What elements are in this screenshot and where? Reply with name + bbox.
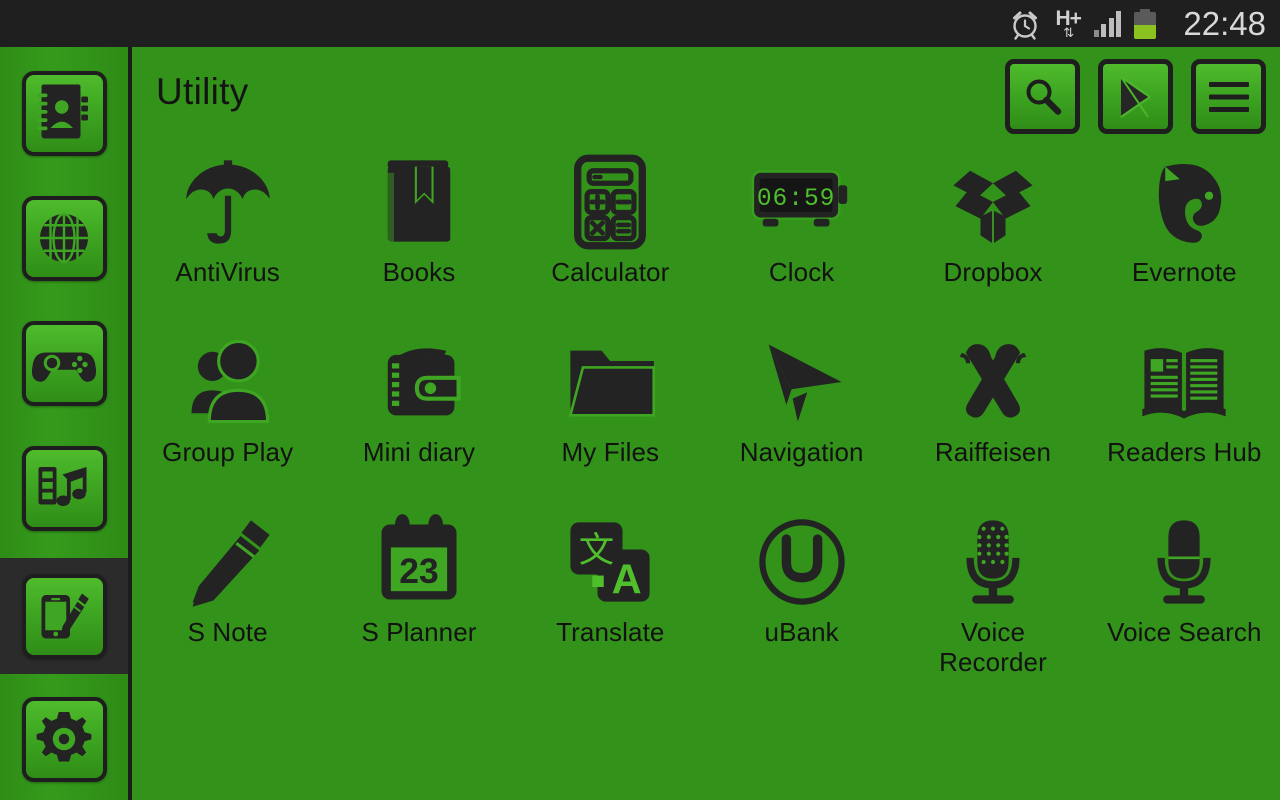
- hamburger-menu-icon: [1208, 81, 1249, 112]
- app-label: S Planner: [361, 617, 477, 647]
- data-arrows-icon: ⇅: [1063, 25, 1074, 40]
- globe-icon: [21, 195, 107, 281]
- battery-icon: [1134, 8, 1157, 39]
- sidebar-item-internet[interactable]: [0, 180, 128, 296]
- app-s-planner[interactable]: 23 S Planner: [323, 503, 514, 683]
- sidebar-item-apps[interactable]: [0, 558, 128, 674]
- app-label: uBank: [764, 617, 839, 647]
- app-clock[interactable]: 06:59 Clock: [706, 143, 897, 323]
- calculator-icon: [555, 149, 665, 255]
- sidebar: [0, 47, 128, 800]
- music-library-icon: [21, 445, 107, 531]
- app-evernote[interactable]: Evernote: [1089, 143, 1280, 323]
- digital-clock-icon: 06:59: [747, 149, 857, 255]
- app-s-note[interactable]: S Note: [132, 503, 323, 683]
- crossed-gable-icon: [938, 329, 1048, 435]
- play-store-icon: [1119, 75, 1151, 118]
- app-label: AntiVirus: [175, 257, 280, 287]
- signal-bars-icon: [1093, 10, 1122, 37]
- app-label: Mini diary: [362, 437, 476, 467]
- gamepad-icon: [21, 320, 107, 406]
- svg-text:A: A: [612, 555, 642, 602]
- paper-plane-icon: [747, 329, 857, 435]
- app-group-play[interactable]: Group Play: [132, 323, 323, 503]
- app-label: Calculator: [551, 257, 670, 287]
- book-bookmark-icon: [364, 149, 474, 255]
- app-translate[interactable]: 文 A Translate: [515, 503, 706, 683]
- app-label: Group Play: [162, 437, 294, 467]
- gear-icon: [21, 696, 107, 782]
- app-dropbox[interactable]: Dropbox: [897, 143, 1088, 323]
- app-antivirus[interactable]: AntiVirus: [132, 143, 323, 323]
- app-label: S Note: [187, 617, 268, 647]
- hplus-data-icon: H+ ⇅: [1055, 8, 1081, 40]
- sidebar-item-settings[interactable]: [0, 681, 128, 797]
- svg-text:23: 23: [399, 551, 438, 591]
- launcher-screen: H+ ⇅ 22:48 Utility AntiVirus Books Calcu…: [0, 0, 1280, 800]
- app-mini-diary[interactable]: Mini diary: [323, 323, 514, 503]
- microphone-dotted-icon: [938, 509, 1048, 615]
- sidebar-item-music[interactable]: [0, 430, 128, 546]
- calendar-icon: 23: [364, 509, 474, 615]
- status-bar: H+ ⇅ 22:48: [0, 0, 1280, 47]
- phone-pen-icon: [21, 573, 107, 659]
- app-navigation[interactable]: Navigation: [706, 323, 897, 503]
- wallet-icon: [364, 329, 474, 435]
- app-voice-search[interactable]: Voice Search: [1089, 503, 1280, 683]
- ubank-u-circle-icon: [747, 509, 857, 615]
- app-books[interactable]: Books: [323, 143, 514, 323]
- app-label: Raiffeisen: [934, 437, 1052, 467]
- app-label: Readers Hub: [1107, 437, 1262, 467]
- app-label: Navigation: [739, 437, 864, 467]
- search-icon: [1026, 79, 1061, 115]
- app-label: Translate: [556, 617, 665, 647]
- app-grid: AntiVirus Books Calculator 06:59 Clock Dropbo…: [132, 143, 1280, 703]
- app-voice-recorder[interactable]: Voice Recorder: [897, 503, 1088, 683]
- search-button[interactable]: [1005, 59, 1080, 134]
- app-my-files[interactable]: My Files: [515, 323, 706, 503]
- app-ubank[interactable]: uBank: [706, 503, 897, 683]
- app-label: Dropbox: [943, 257, 1043, 287]
- play-store-button[interactable]: [1098, 59, 1173, 134]
- app-label: Voice Search: [1107, 617, 1262, 647]
- elephant-icon: [1129, 149, 1239, 255]
- header: Utility: [132, 47, 1280, 147]
- contacts-book-icon: [21, 70, 107, 156]
- app-calculator[interactable]: Calculator: [515, 143, 706, 323]
- app-label: My Files: [561, 437, 660, 467]
- app-label: Evernote: [1131, 257, 1237, 287]
- app-label: Books: [382, 257, 456, 287]
- app-readers-hub[interactable]: Readers Hub: [1089, 323, 1280, 503]
- open-book-icon: [1129, 329, 1239, 435]
- microphone-icon: [1129, 509, 1239, 615]
- app-label: Clock: [768, 257, 835, 287]
- two-people-icon: [173, 329, 283, 435]
- status-bar-clock: 22:48: [1183, 5, 1266, 42]
- status-bar-icons: H+ ⇅ 22:48: [1008, 7, 1266, 41]
- sidebar-item-contacts[interactable]: [0, 55, 128, 171]
- folder-icon: [555, 329, 665, 435]
- open-box-icon: [938, 149, 1048, 255]
- page-title: Utility: [156, 71, 249, 112]
- header-actions: [1005, 59, 1266, 134]
- pen-icon: [173, 509, 283, 615]
- svg-text:06:59: 06:59: [756, 186, 835, 213]
- app-raiffeisen[interactable]: Raiffeisen: [897, 323, 1088, 503]
- translate-icon: 文A: [555, 509, 665, 615]
- app-label: Voice Recorder: [939, 617, 1047, 678]
- menu-button[interactable]: [1191, 59, 1266, 134]
- svg-text:文: 文: [579, 530, 614, 571]
- umbrella-icon: [173, 149, 283, 255]
- sidebar-item-games[interactable]: [0, 305, 128, 421]
- alarm-clock-icon: [1008, 7, 1042, 41]
